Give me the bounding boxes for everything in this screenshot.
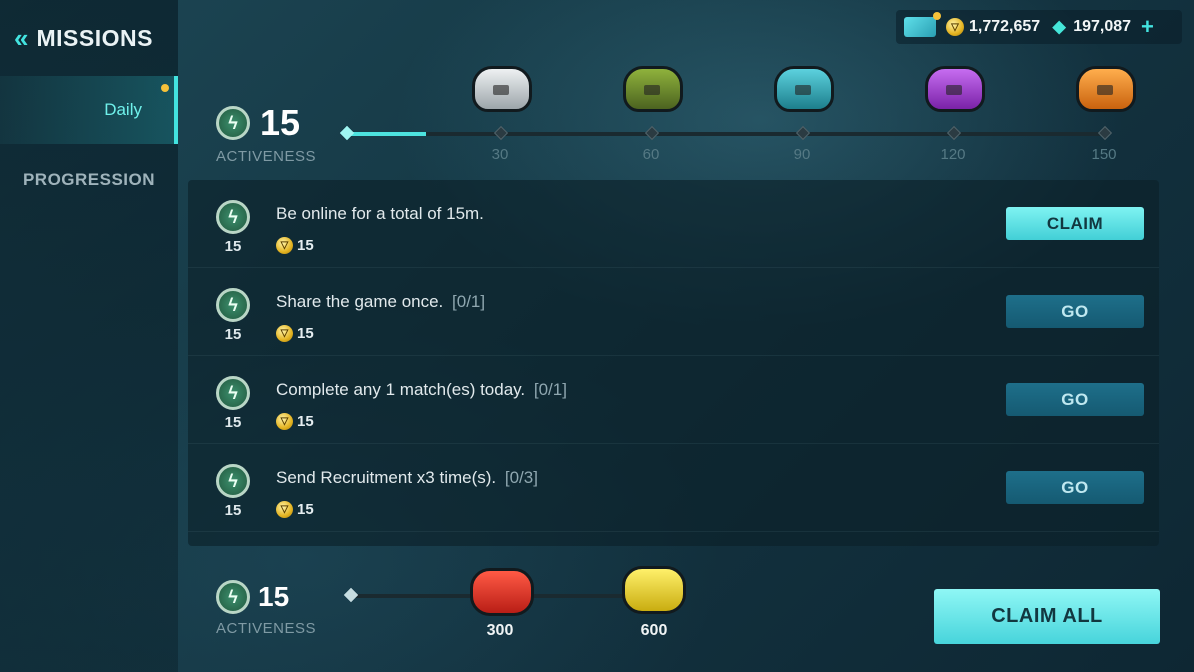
milestone-label: 60 xyxy=(642,146,660,163)
activeness-value: 15 xyxy=(260,102,301,143)
coin-icon: ▽ xyxy=(276,501,293,518)
reward-amount: 15 xyxy=(297,325,314,342)
coin-amount: 1,772,657 xyxy=(969,18,1041,35)
ticket-icon[interactable] xyxy=(904,12,941,37)
diamond-icon: ◆ xyxy=(1052,17,1066,36)
mission-text: Complete any 1 match(es) today. xyxy=(276,380,526,399)
coin-icon: ▽ xyxy=(276,413,293,430)
mission-description: Complete any 1 match(es) today. [0/1] xyxy=(276,380,567,400)
mission-points: 15 xyxy=(224,326,242,343)
activeness-summary: ϟ 15 ACTIVENESS xyxy=(216,102,316,165)
back-button[interactable]: « MISSIONS xyxy=(14,22,153,54)
coin-icon: ▽ xyxy=(276,325,293,342)
mission-progress: [0/1] xyxy=(533,380,567,399)
claim-all-button[interactable]: CLAIM ALL xyxy=(934,589,1160,644)
gem-balance: ◆ 197,087 xyxy=(1050,18,1131,36)
lightning-icon: ϟ xyxy=(216,376,250,410)
gem-amount: 197,087 xyxy=(1073,18,1132,35)
mission-list: ϟ 15 Be online for a total of 15m. ▽ 15 C… xyxy=(188,180,1159,546)
green-chest-icon[interactable] xyxy=(623,66,683,112)
mission-text: Send Recruitment x3 time(s). xyxy=(276,468,497,487)
mission-progress: [0/1] xyxy=(452,292,486,311)
coin-icon: ▽ xyxy=(946,18,964,36)
mission-description: Send Recruitment x3 time(s). [0/3] xyxy=(276,468,538,488)
orange-chest-icon[interactable] xyxy=(1076,66,1136,112)
add-currency-button[interactable]: + xyxy=(1141,14,1154,40)
mission-progress: [0/3] xyxy=(504,468,538,487)
lightning-icon: ϟ xyxy=(216,288,250,322)
bottom-milestone-label: 300 xyxy=(486,622,514,639)
teal-chest-icon[interactable] xyxy=(774,66,834,112)
purple-chest-icon[interactable] xyxy=(925,66,985,112)
bottom-activeness-summary: ϟ 15 ACTIVENESS xyxy=(216,580,316,637)
track-start-node xyxy=(343,587,359,603)
mission-row: ϟ 15 Send Recruitment x3 time(s). [0/3] … xyxy=(188,444,1159,532)
mission-row: ϟ 15 Share the game once. [0/1] ▽ 15 GO xyxy=(188,268,1159,356)
reward-amount: 15 xyxy=(297,237,314,254)
sidebar-item-daily[interactable]: Daily xyxy=(0,76,178,144)
reward-amount: 15 xyxy=(297,501,314,518)
lightning-icon: ϟ xyxy=(216,464,250,498)
bottom-milestone-label: 600 xyxy=(640,622,668,639)
mission-description: Share the game once. [0/1] xyxy=(276,292,485,312)
milestone-label: 30 xyxy=(491,146,509,163)
activeness-progress-track xyxy=(339,125,1113,141)
mission-text: Be online for a total of 15m. xyxy=(276,204,484,223)
lightning-icon: ϟ xyxy=(216,106,250,140)
mission-reward: ▽ 15 xyxy=(276,413,314,430)
bottom-activeness-value: 15 xyxy=(258,581,290,612)
milestone-label: 90 xyxy=(793,146,811,163)
sidebar: « MISSIONS Daily PROGRESSION xyxy=(0,0,178,672)
mission-points: 15 xyxy=(224,502,242,519)
bottom-activeness-label: ACTIVENESS xyxy=(216,620,317,637)
mission-description: Be online for a total of 15m. xyxy=(276,204,488,224)
milestone-node-120 xyxy=(946,125,962,141)
milestone-node-150 xyxy=(1097,125,1113,141)
mission-row: ϟ 15 Complete any 1 match(es) today. [0/… xyxy=(188,356,1159,444)
currency-bar: ▽ 1,772,657 ◆ 197,087 + xyxy=(896,10,1182,44)
milestone-node-90 xyxy=(795,125,811,141)
mission-points: 15 xyxy=(224,238,242,255)
mission-points: 15 xyxy=(224,414,242,431)
mission-text: Share the game once. xyxy=(276,292,444,311)
milestone-node-30 xyxy=(493,125,509,141)
mission-reward: ▽ 15 xyxy=(276,501,314,518)
reward-amount: 15 xyxy=(297,413,314,430)
lightning-icon: ϟ xyxy=(216,580,250,614)
notification-dot xyxy=(161,84,169,92)
coin-icon: ▽ xyxy=(276,237,293,254)
sidebar-item-label: PROGRESSION xyxy=(22,170,156,189)
go-button[interactable]: GO xyxy=(1006,383,1144,416)
go-button[interactable]: GO xyxy=(1006,471,1144,504)
mission-reward: ▽ 15 xyxy=(276,237,314,254)
mission-reward: ▽ 15 xyxy=(276,325,314,342)
activeness-progress-fill xyxy=(346,132,426,136)
go-button[interactable]: GO xyxy=(1006,295,1144,328)
milestone-label: 120 xyxy=(940,146,966,163)
milestone-label: 150 xyxy=(1091,146,1117,163)
yellow-chest-icon[interactable] xyxy=(622,566,686,614)
coin-balance: ▽ 1,772,657 xyxy=(946,18,1040,36)
sidebar-item-label: Daily xyxy=(104,100,142,119)
mission-row: ϟ 15 Be online for a total of 15m. ▽ 15 C… xyxy=(188,180,1159,268)
activeness-label: ACTIVENESS xyxy=(216,148,317,165)
claim-button[interactable]: CLAIM xyxy=(1006,207,1144,240)
lightning-icon: ϟ xyxy=(216,200,250,234)
track-start-node xyxy=(339,125,355,141)
double-chevron-left-icon[interactable]: « xyxy=(14,25,29,51)
milestone-node-60 xyxy=(644,125,660,141)
white-chest-icon[interactable] xyxy=(472,66,532,112)
sidebar-item-progression[interactable]: PROGRESSION xyxy=(0,146,178,214)
red-chest-icon[interactable] xyxy=(470,568,534,616)
page-title: MISSIONS xyxy=(36,24,153,51)
